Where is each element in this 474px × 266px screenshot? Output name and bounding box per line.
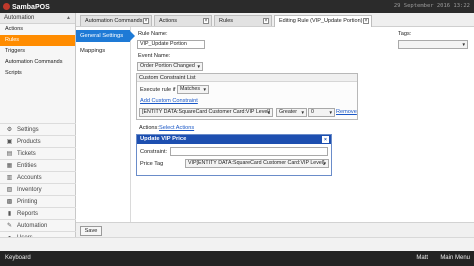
execute-rule-dropdown[interactable]: Matches ▼ [177, 85, 209, 94]
main-menu-button[interactable]: Main Menu [440, 251, 470, 266]
nav-label: Products [17, 139, 41, 145]
tags-label: Tags: [398, 31, 412, 37]
price-tag-dropdown[interactable]: VIP[ENTITY DATA:SquareCard Customer Card… [185, 159, 329, 168]
nav-label: Entities [17, 163, 37, 169]
datetime-display: 29 September 2016 13:22 [393, 3, 470, 9]
sidebar-item-scripts[interactable]: Scripts [0, 68, 75, 79]
tags-dropdown[interactable]: ▼ [398, 40, 468, 49]
close-icon[interactable]: × [363, 18, 369, 24]
event-name-dropdown[interactable]: Order Portion Changed ▼ [137, 62, 203, 71]
rule-name-label: Rule Name: [138, 31, 168, 37]
close-icon[interactable]: × [322, 136, 329, 143]
nav-label: Settings [17, 127, 39, 133]
action-panel-update-vip-price: Update VIP Price × Constraint: Price Tag… [136, 134, 332, 176]
sidebar-item-rules[interactable]: Rules [0, 35, 75, 46]
tab-editing-rule[interactable]: Editing Rule (VIP_Update Portion) × [274, 15, 372, 27]
app-title: SambaPOS [12, 4, 50, 11]
sidebar-item-actions[interactable]: Actions [0, 24, 75, 35]
constraint-value: 0 [311, 109, 314, 115]
chevron-down-icon: ▼ [202, 87, 207, 92]
status-bar: Keyboard Matt Main Menu [0, 251, 474, 266]
tab-rules[interactable]: Rules × [214, 15, 272, 26]
nav-item-automation[interactable]: ✎ Automation [0, 219, 76, 231]
action-title: Update VIP Price [140, 136, 187, 142]
nav-item-settings[interactable]: ⚙ Settings [0, 123, 76, 135]
nav-item-products[interactable]: ▣ Products [0, 135, 76, 147]
chevron-down-icon: ▼ [300, 110, 305, 115]
constraint-operator-value: Greater [279, 109, 297, 115]
chevron-down-icon: ▼ [266, 110, 271, 115]
nav-item-tickets[interactable]: ▤ Tickets [0, 147, 76, 159]
menu-item-general-settings[interactable]: General Settings [76, 30, 135, 42]
section-header-automation[interactable]: Automation ▲ [0, 13, 75, 24]
tab-label: Actions [159, 18, 178, 24]
close-icon[interactable]: × [203, 18, 209, 24]
execute-rule-value: Matches [180, 86, 201, 92]
title-bar: SambaPOS 29 September 2016 13:22 [0, 0, 474, 13]
sidebar-item-triggers[interactable]: Triggers [0, 46, 75, 57]
chevron-up-icon[interactable]: ▲ [66, 13, 71, 24]
app-logo: SambaPOS [3, 3, 50, 11]
select-actions-link[interactable]: Select Actions [159, 125, 194, 131]
constraint-value-dropdown[interactable]: 0 ▼ [308, 108, 335, 117]
actions-label: Actions: [139, 125, 159, 131]
nav-label: Accounts [17, 175, 42, 181]
tab-actions[interactable]: Actions × [154, 15, 212, 26]
rule-editor-menu: General Settings Mappings [76, 27, 135, 237]
add-custom-constraint-link[interactable]: Add Custom Constraint [140, 98, 198, 104]
nav-label: Tickets [17, 151, 36, 157]
close-icon[interactable]: × [143, 18, 149, 24]
tab-automation-commands[interactable]: Automation Commands × [80, 15, 152, 26]
event-name-label: Event Name: [138, 53, 171, 59]
price-tag-label: Price Tag [140, 161, 164, 167]
keyboard-button[interactable]: Keyboard [5, 251, 31, 266]
action-panel-header: Update VIP Price × [137, 135, 331, 144]
tab-label: Editing Rule (VIP_Update Portion) [279, 18, 363, 24]
remove-constraint-link[interactable]: Remove [336, 109, 357, 115]
nav-item-accounts[interactable]: ▥ Accounts [0, 171, 76, 183]
action-constraint-input[interactable] [170, 147, 328, 156]
logo-icon [3, 3, 10, 10]
nav-label: Reports [17, 211, 39, 217]
chevron-down-icon: ▼ [196, 64, 201, 69]
menu-item-mappings[interactable]: Mappings [76, 45, 130, 57]
constraint-field-value: [ENTITY DATA:SquareCard Customer Card:VI… [142, 109, 270, 115]
nav-label: Automation [17, 223, 48, 229]
nav-item-printing[interactable]: ▩ Printing [0, 195, 76, 207]
nav-label: Inventory [17, 187, 42, 193]
execute-rule-label: Execute rule if [140, 87, 176, 93]
event-name-value: Order Portion Changed [140, 63, 195, 69]
rule-name-input[interactable]: VIP_Update Portion [137, 40, 205, 49]
custom-constraint-panel: Custom Constraint List Execute rule if M… [136, 73, 358, 120]
nav-item-reports[interactable]: ▮ Reports [0, 207, 76, 219]
user-name: Matt [416, 255, 428, 261]
save-strip: Save [76, 222, 474, 237]
sidebar-item-automation-commands[interactable]: Automation Commands [0, 57, 75, 68]
constraint-operator-dropdown[interactable]: Greater ▼ [276, 108, 307, 117]
save-button[interactable]: Save [80, 226, 102, 236]
close-icon[interactable]: × [263, 18, 269, 24]
chevron-down-icon: ▼ [322, 161, 327, 166]
nav-label: Printing [17, 199, 38, 205]
chevron-down-icon: ▼ [461, 42, 466, 47]
constraint-field-dropdown[interactable]: [ENTITY DATA:SquareCard Customer Card:VI… [139, 108, 273, 117]
left-navigation: Automation ▲ Actions Rules Triggers Auto… [0, 13, 76, 241]
action-constraint-label: Constraint: [140, 149, 168, 155]
price-tag-value: VIP[ENTITY DATA:SquareCard Customer Card… [188, 160, 325, 166]
nav-item-entities[interactable]: ▦ Entities [0, 159, 76, 171]
footer-spacer [0, 237, 474, 251]
constraint-list-header: Custom Constraint List [137, 74, 357, 82]
nav-item-inventory[interactable]: ▧ Inventory [0, 183, 76, 195]
tab-label: Automation Commands [85, 18, 143, 24]
tab-label: Rules [219, 18, 234, 24]
tab-bar: Automation Commands × Actions × Rules × … [76, 13, 474, 27]
chevron-down-icon: ▼ [328, 110, 333, 115]
section-header-label: Automation [4, 15, 35, 21]
